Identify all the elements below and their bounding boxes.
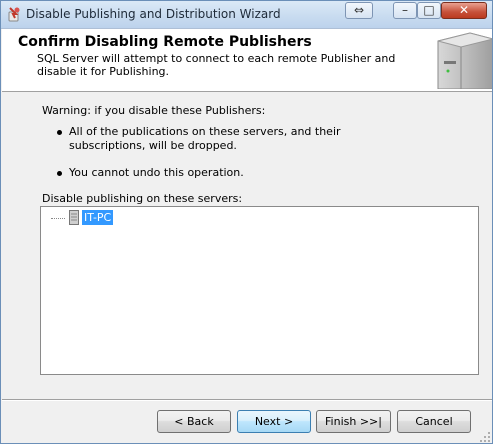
resize-button[interactable]: ⇔ — [345, 2, 373, 19]
wizard-content: Warning: if you disable these Publishers… — [2, 92, 492, 400]
page-title: Confirm Disabling Remote Publishers — [18, 34, 312, 50]
maximize-icon: □ — [423, 3, 435, 17]
server-tree-list[interactable]: IT-PC — [40, 206, 479, 375]
finish-button[interactable]: Finish >>| — [316, 410, 391, 433]
server-list-label: Disable publishing on these servers: — [42, 192, 243, 205]
close-icon: ✕ — [458, 3, 470, 17]
footer-divider — [2, 399, 492, 401]
back-button[interactable]: < Back — [157, 410, 231, 433]
minimize-icon: – — [402, 3, 408, 17]
page-subtitle: SQL Server will attempt to connect to ea… — [37, 52, 396, 78]
sql-wizard-app-icon — [8, 7, 20, 22]
maximize-button[interactable]: □ — [417, 2, 441, 19]
cancel-button[interactable]: Cancel — [397, 410, 471, 433]
window-title: Disable Publishing and Distribution Wiza… — [26, 7, 281, 21]
resize-grip-icon[interactable] — [479, 431, 491, 443]
wizard-window: Disable Publishing and Distribution Wiza… — [0, 0, 493, 444]
title-bar[interactable]: Disable Publishing and Distribution Wiza… — [1, 1, 492, 29]
tree-connector-line — [51, 218, 65, 219]
resize-arrows-icon: ⇔ — [353, 3, 365, 17]
server-icon — [69, 210, 79, 225]
server-name[interactable]: IT-PC — [82, 210, 114, 225]
close-button[interactable]: ✕ — [441, 2, 487, 19]
bullet-icon — [57, 171, 62, 176]
warning-text: Warning: if you disable these Publishers… — [42, 104, 266, 117]
bullet-item: You cannot undo this operation. — [57, 166, 417, 180]
bullet-icon — [57, 130, 62, 135]
bullet-text: All of the publications on these servers… — [69, 125, 341, 152]
bullet-item: All of the publications on these servers… — [57, 125, 417, 153]
wizard-header: Confirm Disabling Remote Publishers SQL … — [2, 29, 492, 92]
minimize-button[interactable]: – — [393, 2, 417, 19]
bullet-text: You cannot undo this operation. — [69, 166, 244, 179]
next-button[interactable]: Next > — [237, 410, 311, 433]
server-tower-graphic — [437, 32, 492, 89]
